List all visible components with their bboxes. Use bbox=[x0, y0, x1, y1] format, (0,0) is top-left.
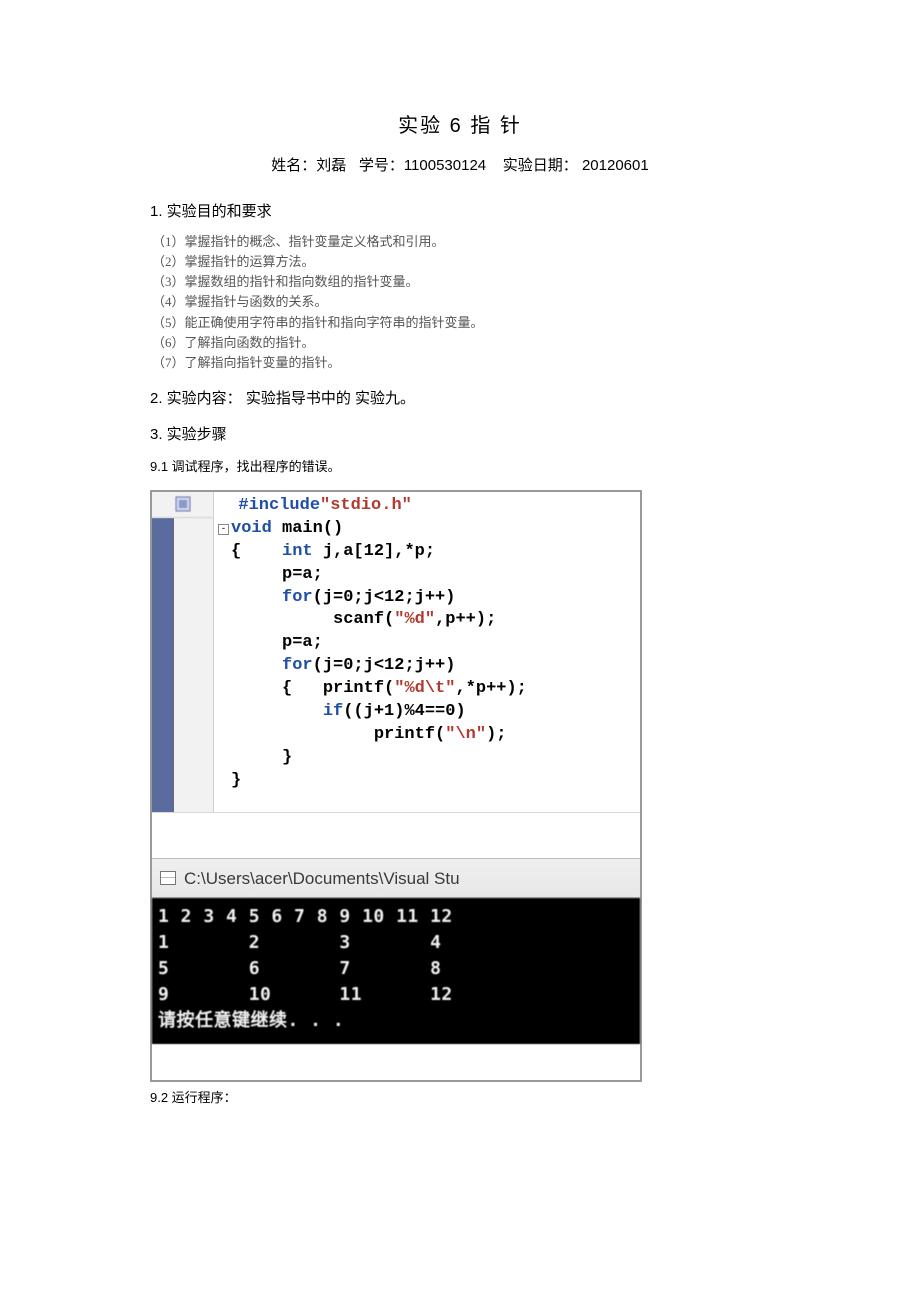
experiment-date: 实验日期： 20120601 bbox=[503, 157, 649, 174]
student-id: 学号：1100530124 bbox=[359, 157, 486, 174]
code-token: "\n" bbox=[445, 725, 486, 744]
doc-title: 实验 6 指 针 bbox=[150, 110, 770, 142]
code-token: "stdio.h" bbox=[320, 496, 412, 515]
code-token: main() bbox=[272, 519, 343, 538]
console-row: 请按任意键继续. . . bbox=[158, 1008, 634, 1034]
editor-gutter bbox=[152, 492, 214, 812]
section-3-heading: 3. 实验步骤 bbox=[150, 423, 770, 447]
breakpoint-icon bbox=[152, 492, 213, 518]
list-item: （1）掌握指针的概念、指针变量定义格式和引用。 bbox=[152, 232, 770, 252]
code-token: ,*p++); bbox=[455, 679, 526, 698]
console-row: 5 6 7 8 bbox=[158, 956, 634, 982]
ide-screenshot: #include"stdio.h" -void main() { int j,a… bbox=[150, 490, 642, 1083]
code-token: p=a; bbox=[282, 565, 323, 584]
code-token: for bbox=[282, 588, 313, 607]
list-item: （3）掌握数组的指针和指向数组的指针变量。 bbox=[152, 272, 770, 292]
section-1-heading: 1. 实验目的和要求 bbox=[150, 200, 770, 224]
list-item: （7）了解指向指针变量的指针。 bbox=[152, 353, 770, 373]
student-name: 姓名：刘磊 bbox=[271, 157, 346, 174]
substep-9-1: 9.1 调试程序，找出程序的错误。 bbox=[150, 457, 770, 478]
code-token: for bbox=[282, 656, 313, 675]
code-token: ((j+1)%4==0) bbox=[343, 702, 465, 721]
code-token: { bbox=[231, 542, 241, 561]
list-item: （6）了解指向函数的指针。 bbox=[152, 333, 770, 353]
code-token: (j=0;j<12;j++) bbox=[313, 656, 456, 675]
code-token: ); bbox=[486, 725, 506, 744]
substep-9-2: 9.2 运行程序： bbox=[150, 1088, 770, 1109]
code-token: "%d" bbox=[394, 610, 435, 629]
console-row: 1 2 3 4 bbox=[158, 930, 634, 956]
code-token: printf( bbox=[374, 725, 445, 744]
code-editor-pane: #include"stdio.h" -void main() { int j,a… bbox=[152, 492, 640, 812]
console-title-text: C:\Users\acer\Documents\Visual Stu bbox=[184, 865, 460, 892]
code-token: (j=0;j<12;j++) bbox=[313, 588, 456, 607]
console-row: 1 2 3 4 5 6 7 8 9 10 11 12 bbox=[158, 904, 634, 930]
code-token: "%d\t" bbox=[394, 679, 455, 698]
blank-divider bbox=[152, 812, 640, 858]
code-area: #include"stdio.h" -void main() { int j,a… bbox=[214, 492, 640, 812]
code-token: j,a[12],*p; bbox=[313, 542, 435, 561]
code-token: printf( bbox=[323, 679, 394, 698]
console-title-bar: C:\Users\acer\Documents\Visual Stu bbox=[152, 858, 640, 898]
list-item: （5）能正确使用字符串的指针和指向字符串的指针变量。 bbox=[152, 313, 770, 333]
list-item: （4）掌握指针与函数的关系。 bbox=[152, 292, 770, 312]
cmd-window-icon bbox=[160, 871, 176, 885]
code-token: if bbox=[323, 702, 343, 721]
code-token: void bbox=[231, 519, 272, 538]
objectives-list: （1）掌握指针的概念、指针变量定义格式和引用。 （2）掌握指针的运算方法。 （3… bbox=[152, 232, 770, 373]
student-info: 姓名：刘磊 学号：1100530124 实验日期： 20120601 bbox=[150, 154, 770, 178]
code-token: int bbox=[282, 542, 313, 561]
list-item: （2）掌握指针的运算方法。 bbox=[152, 252, 770, 272]
console-output: 1 2 3 4 5 6 7 8 9 10 11 12 1 2 3 4 5 6 7… bbox=[152, 898, 640, 1044]
code-token: } bbox=[231, 771, 241, 790]
blank-footer bbox=[152, 1044, 640, 1080]
code-token: { bbox=[282, 679, 292, 698]
code-token: #include bbox=[218, 496, 320, 515]
collapse-icon: - bbox=[218, 524, 229, 535]
code-token: scanf( bbox=[333, 610, 394, 629]
console-row: 9 10 11 12 bbox=[158, 982, 634, 1008]
code-token: p=a; bbox=[282, 633, 323, 652]
code-token: ,p++); bbox=[435, 610, 496, 629]
code-token: } bbox=[282, 748, 292, 767]
section-2-heading: 2. 实验内容： 实验指导书中的 实验九。 bbox=[150, 387, 770, 411]
